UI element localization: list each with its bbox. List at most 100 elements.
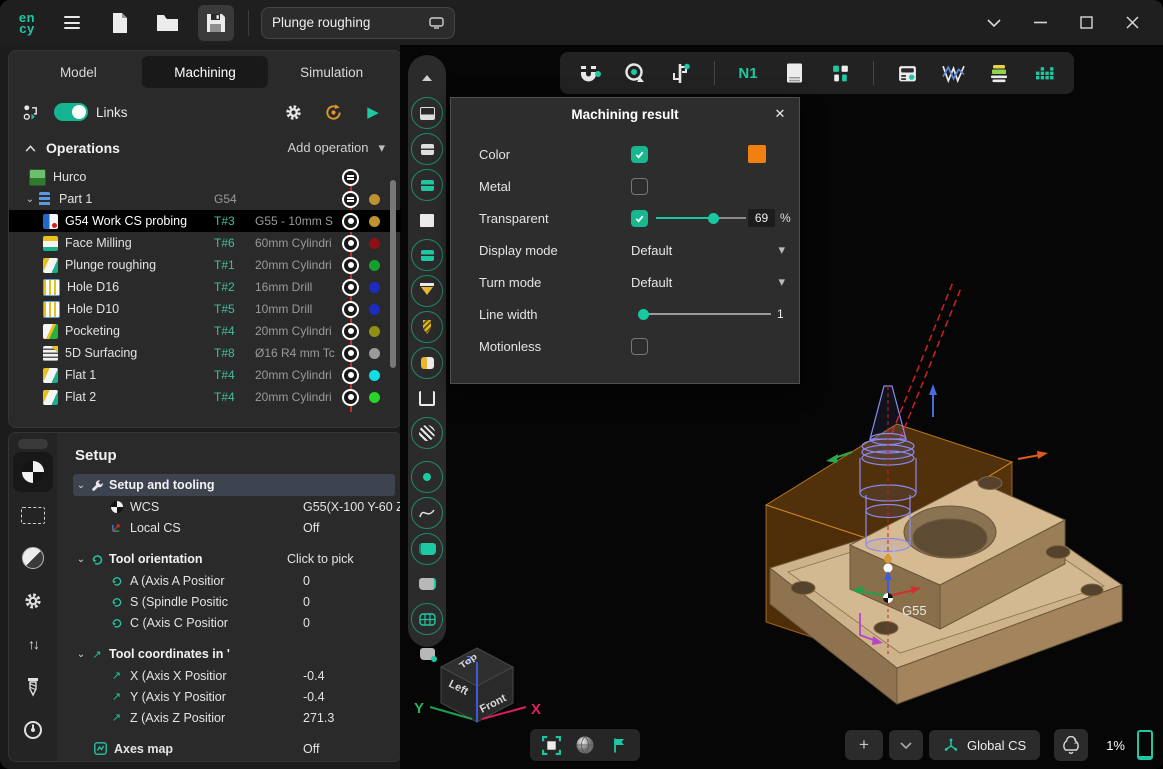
snap-button[interactable] [576,60,602,86]
cs-dropdown-button[interactable] [889,730,923,760]
fit-view-button[interactable] [540,734,562,756]
display-mode-select[interactable]: Default▾ [631,242,785,258]
setup-row-local-cs[interactable]: Local CS Off [73,517,395,538]
setup-row-axis-c[interactable]: C (Axis C Positior 0 [73,612,395,633]
toolpath-graph-button[interactable] [940,60,966,86]
motionless-checkbox[interactable] [631,338,648,355]
show-edges-button[interactable] [412,639,442,669]
visibility-toggle[interactable] [342,235,359,252]
section-setup-and-tooling[interactable]: ⌄ Setup and tooling [73,474,395,496]
visibility-toggle[interactable] [342,345,359,362]
visibility-toggle[interactable] [342,367,359,384]
global-cs-button[interactable]: Global CS [929,730,1040,760]
visibility-toggle[interactable] [342,213,359,230]
tab-simulation[interactable]: Simulation [268,56,395,88]
wcs-value[interactable]: G55(X-100 Y-60 Z0) [303,500,402,514]
show-solid-button[interactable] [412,205,442,235]
panel-drag-handle[interactable] [18,439,48,449]
operation-color-dot[interactable] [369,304,380,315]
show-stock-button[interactable] [411,133,443,165]
line-width-slider[interactable] [638,308,771,320]
show-drill-button[interactable] [411,311,443,343]
operations-scrollbar[interactable] [390,180,396,368]
setup-row-axis-x[interactable]: ↗ X (Axis X Positior -0.4 [73,665,395,686]
visibility-toggle[interactable] [342,323,359,340]
strip-item-tool[interactable] [13,667,53,707]
operations-settings-button[interactable] [279,98,307,126]
minimize-button[interactable] [1031,14,1049,32]
strip-item-feeds[interactable] [13,710,53,750]
close-button[interactable] [1123,14,1141,32]
operation-color-dot[interactable] [369,260,380,271]
metal-checkbox[interactable] [631,178,648,195]
color-checkbox[interactable] [631,146,648,163]
show-curves-button[interactable] [411,497,443,529]
visibility-toggle[interactable] [342,191,359,208]
operation-row-hurco[interactable]: Hurco [9,166,401,188]
notifications-button[interactable]: 1 [1054,729,1088,761]
operation-color-dot[interactable] [369,238,380,249]
operation-row-part1[interactable]: ⌄ Part 1 G54 [9,188,401,210]
layers-button[interactable] [986,60,1012,86]
visibility-toggle[interactable] [342,301,359,318]
operation-color-dot[interactable] [369,216,380,227]
setup-row-spindle[interactable]: S (Spindle Positic 0 [73,591,395,612]
show-surfaces-button[interactable] [411,533,443,565]
operation-row-5d-surfacing[interactable]: 5D Surfacing T#8 Ø16 R4 mm Tc [9,342,401,364]
strip-item-parameters[interactable] [13,581,53,621]
add-cs-button[interactable]: + [845,730,883,760]
main-menu-button[interactable] [54,5,90,41]
show-result-button[interactable] [411,169,443,201]
tooling-button[interactable] [827,60,853,86]
visibility-toggle[interactable] [342,389,359,406]
show-faces-button[interactable] [412,569,442,599]
show-mesh-button[interactable] [411,603,443,635]
open-file-button[interactable] [150,5,186,41]
section-tool-orientation[interactable]: ⌄ Tool orientation Click to pick [73,548,395,570]
show-holder-button[interactable] [411,347,443,379]
operation-row-flat2[interactable]: Flat 2 T#4 20mm Cylindri [9,386,401,408]
setup-row-axis-y[interactable]: ↗ Y (Axis Y Positior -0.4 [73,686,395,707]
show-tool-button[interactable] [411,275,443,307]
show-points-button[interactable] [411,461,443,493]
operation-color-dot[interactable] [369,392,380,403]
operation-row-probing[interactable]: G54 Work CS probing T#3 G55 - 10mm S [9,210,401,232]
visibility-toggle[interactable] [342,279,359,296]
save-button[interactable] [198,5,234,41]
new-file-button[interactable] [102,5,138,41]
section-tool-coordinates[interactable]: ⌄ ↗ Tool coordinates in ' [73,643,395,665]
shading-mode-button[interactable] [574,734,596,756]
operation-color-dot[interactable] [369,194,380,205]
flag-button[interactable] [608,734,630,756]
close-dialog-button[interactable]: ✕ [771,105,789,123]
setup-row-axis-z[interactable]: ↗ Z (Axis Z Positior 271.3 [73,707,395,728]
strip-item-strategy[interactable] [13,538,53,578]
collapse-toolbar-button[interactable] [412,63,442,93]
transparent-value[interactable]: 69 [748,209,775,227]
visibility-toggle[interactable] [342,257,359,274]
tool-orientation-value[interactable]: Click to pick [287,552,354,566]
operation-color-dot[interactable] [369,282,380,293]
color-swatch[interactable] [748,145,766,163]
operation-row-flat1[interactable]: Flat 1 T#4 20mm Cylindri [9,364,401,386]
gcode-button[interactable]: N1 [735,60,761,86]
visibility-toggle[interactable] [342,169,359,186]
links-toggle[interactable] [54,103,88,121]
statistics-button[interactable] [1032,60,1058,86]
show-workpiece-button[interactable] [411,97,443,129]
control-panel-button[interactable] [894,60,920,86]
show-hatch-button[interactable] [411,417,443,449]
operation-row-face-milling[interactable]: Face Milling T#6 60mm Cylindri [9,232,401,254]
setup-row-axis-a[interactable]: A (Axis A Positior 0 [73,570,395,591]
local-cs-value[interactable]: Off [303,521,319,535]
measure-tape-button[interactable] [622,60,648,86]
show-model-button[interactable] [411,239,443,271]
tab-machining[interactable]: Machining [142,56,269,88]
setup-row-axes-map[interactable]: Axes map Off [73,738,395,759]
viewport-3d[interactable]: G55 Z Top Left Front Y X [400,45,1163,769]
strip-item-workpiece[interactable] [13,495,53,535]
operation-color-dot[interactable] [369,326,380,337]
maximize-button[interactable] [1077,14,1095,32]
setup-row-wcs[interactable]: WCS G55(X-100 Y-60 Z0) [73,496,395,517]
transparent-checkbox[interactable] [631,210,648,227]
